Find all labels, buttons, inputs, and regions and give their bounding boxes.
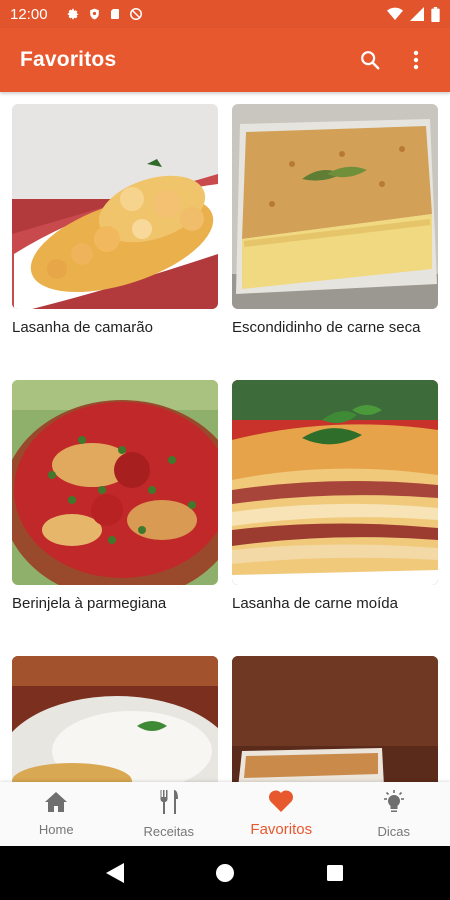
home-icon [44, 791, 68, 818]
nav-favorites[interactable]: Favoritos [225, 782, 338, 846]
back-icon[interactable] [100, 858, 130, 888]
more-vertical-icon[interactable] [402, 46, 430, 74]
nav-label: Receitas [143, 824, 195, 839]
recipe-card[interactable]: Lasanha de camarão [12, 104, 218, 336]
search-icon[interactable] [356, 46, 384, 74]
recipe-card[interactable] [232, 656, 438, 782]
recipe-card[interactable]: Berinjela à parmegiana [12, 380, 218, 612]
bottom-navigation: Home Receitas Favoritos Dicas [0, 782, 450, 846]
lightbulb-icon [381, 789, 407, 820]
recipe-card[interactable] [12, 656, 218, 782]
recents-icon[interactable] [320, 858, 350, 888]
page-title: Favoritos [20, 48, 117, 71]
recipe-title: Berinjela à parmegiana [12, 595, 167, 612]
heart-icon [268, 790, 294, 817]
sd-card-icon [109, 7, 121, 21]
status-bar: 12:00 [0, 0, 450, 28]
gear-icon [66, 7, 80, 21]
home-circle-icon[interactable] [210, 858, 240, 888]
recipe-image [232, 104, 438, 309]
system-navigation-bar [0, 846, 450, 900]
recipe-image [232, 380, 438, 585]
recipe-card[interactable]: Escondidinho de carne seca [232, 104, 438, 336]
status-time: 12:00 [10, 5, 48, 23]
recipe-image [12, 380, 218, 585]
recipe-title: Lasanha de camarão [12, 319, 153, 336]
nav-tips[interactable]: Dicas [338, 782, 450, 846]
nav-label: Home [38, 822, 74, 837]
wifi-icon [387, 7, 403, 21]
nav-home[interactable]: Home [0, 782, 113, 846]
recipe-title: Escondidinho de carne seca [232, 319, 421, 336]
nav-label: Favoritos [250, 821, 313, 838]
recipe-image [232, 656, 438, 782]
signal-icon [410, 7, 424, 21]
recipe-image [12, 656, 218, 782]
fork-knife-icon [158, 789, 180, 820]
recipe-image [12, 104, 218, 309]
nav-recipes[interactable]: Receitas [113, 782, 226, 846]
nav-label: Dicas [377, 824, 410, 839]
shield-icon [88, 7, 101, 21]
app-bar: Favoritos [0, 28, 450, 92]
recipe-card[interactable]: Lasanha de carne moída [232, 380, 438, 612]
recipe-title: Lasanha de carne moída [232, 595, 398, 612]
no-disturb-icon [129, 7, 143, 21]
battery-icon [431, 6, 440, 22]
favorites-grid: Lasanha de camarão Escondidinho de carne… [0, 92, 450, 782]
